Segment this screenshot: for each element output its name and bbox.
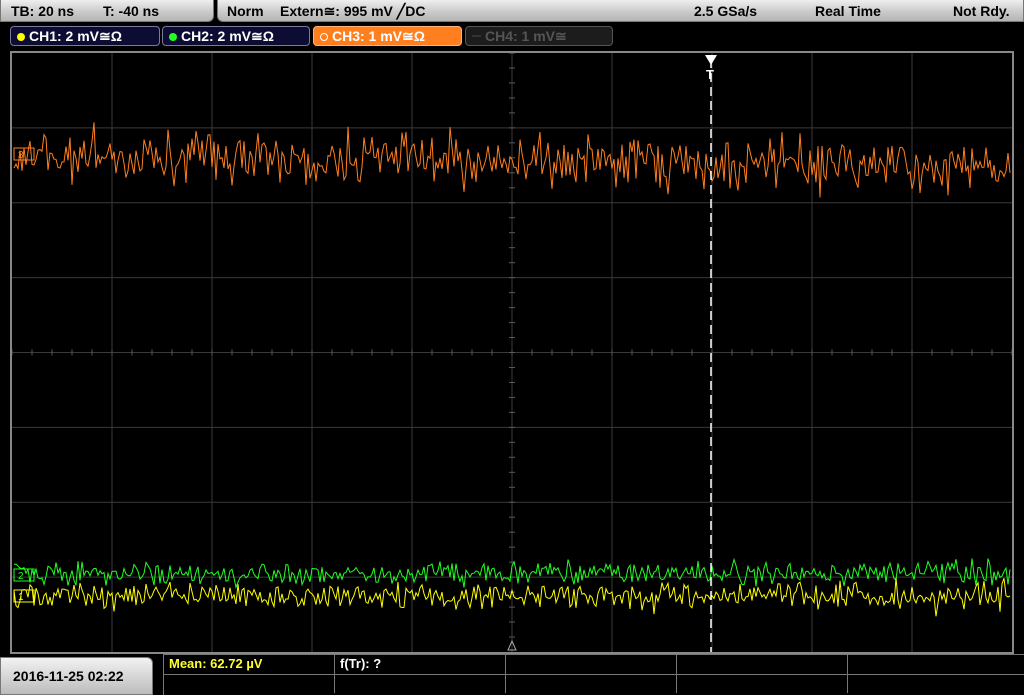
ch4-label: CH4: 1 mV≅ [485, 28, 567, 44]
measurement-cell-empty[interactable] [506, 674, 677, 693]
trigger-mode[interactable]: Norm [227, 0, 264, 22]
measurement-cell-empty[interactable] [677, 674, 848, 693]
trigger-acquisition-panel[interactable]: Norm Extern≅: 995 mV ╱DC 2.5 GSa/s Real … [217, 0, 1024, 22]
ch4-indicator-icon [472, 35, 481, 37]
datetime: 2016-11-25 02:22 [13, 668, 124, 684]
trigger-arrow-icon[interactable] [705, 55, 717, 65]
measurement-cell-empty[interactable] [506, 655, 677, 674]
ch2-marker-label: 2 [18, 571, 24, 582]
channel-tab-ch3[interactable]: CH3: 1 mV≅Ω [313, 26, 462, 46]
measurement-cell-empty[interactable] [677, 655, 848, 674]
sample-rate[interactable]: 2.5 GSa/s [694, 0, 757, 22]
ch3-label: CH3: 1 mV≅Ω [332, 28, 425, 44]
channel-tab-ch1[interactable]: CH1: 2 mV≅Ω [10, 26, 160, 46]
ch2-label: CH2: 2 mV≅Ω [181, 28, 274, 44]
ch1-marker-label: 1 [18, 592, 24, 603]
measurement-cell-empty[interactable] [848, 674, 1024, 693]
measurement-cell-rise-freq[interactable]: f(Tr): ? [335, 655, 506, 674]
ch1-label: CH1: 2 mV≅Ω [29, 28, 122, 44]
status-bar: TB: 20 ns T: -40 ns Norm Extern≅: 995 mV… [0, 0, 1024, 24]
ch3-marker-label: 3 [18, 150, 24, 161]
trigger-time-value[interactable]: T: -40 ns [103, 0, 159, 22]
datetime-panel: 2016-11-25 02:22 [0, 657, 153, 695]
mean-measurement: Mean: 62.72 µV [169, 656, 263, 671]
waveform-canvas: 3 2 1 T [12, 53, 1012, 652]
timebase-value[interactable]: TB: 20 ns [11, 0, 74, 22]
channel-tab-ch2[interactable]: CH2: 2 mV≅Ω [162, 26, 310, 46]
trigger-marker-label: T [706, 67, 714, 82]
ch1-indicator-icon [17, 33, 25, 41]
ch3-indicator-icon [320, 33, 328, 41]
measurement-table[interactable]: Mean: 62.72 µV f(Tr): ? [163, 654, 1024, 695]
rise-frequency-measurement: f(Tr): ? [340, 656, 382, 671]
measurement-cell-empty[interactable] [335, 674, 506, 693]
measurement-cell-mean[interactable]: Mean: 62.72 µV [164, 655, 335, 674]
acquisition-mode[interactable]: Real Time [815, 0, 881, 22]
waveform-display[interactable]: 3 2 1 T [10, 51, 1014, 654]
channel-tab-ch4[interactable]: CH4: 1 mV≅ [465, 26, 613, 46]
ch2-indicator-icon [169, 33, 177, 41]
ch1-offset-marker[interactable] [13, 589, 35, 603]
measurement-cell-empty[interactable] [848, 655, 1024, 674]
acquisition-status: Not Rdy. [953, 3, 1010, 19]
graticule [12, 53, 1012, 652]
measurement-cell-empty[interactable] [164, 674, 335, 693]
timebase-panel[interactable]: TB: 20 ns T: -40 ns [0, 0, 214, 22]
trigger-source[interactable]: Extern≅: 995 mV ╱DC [280, 0, 425, 22]
